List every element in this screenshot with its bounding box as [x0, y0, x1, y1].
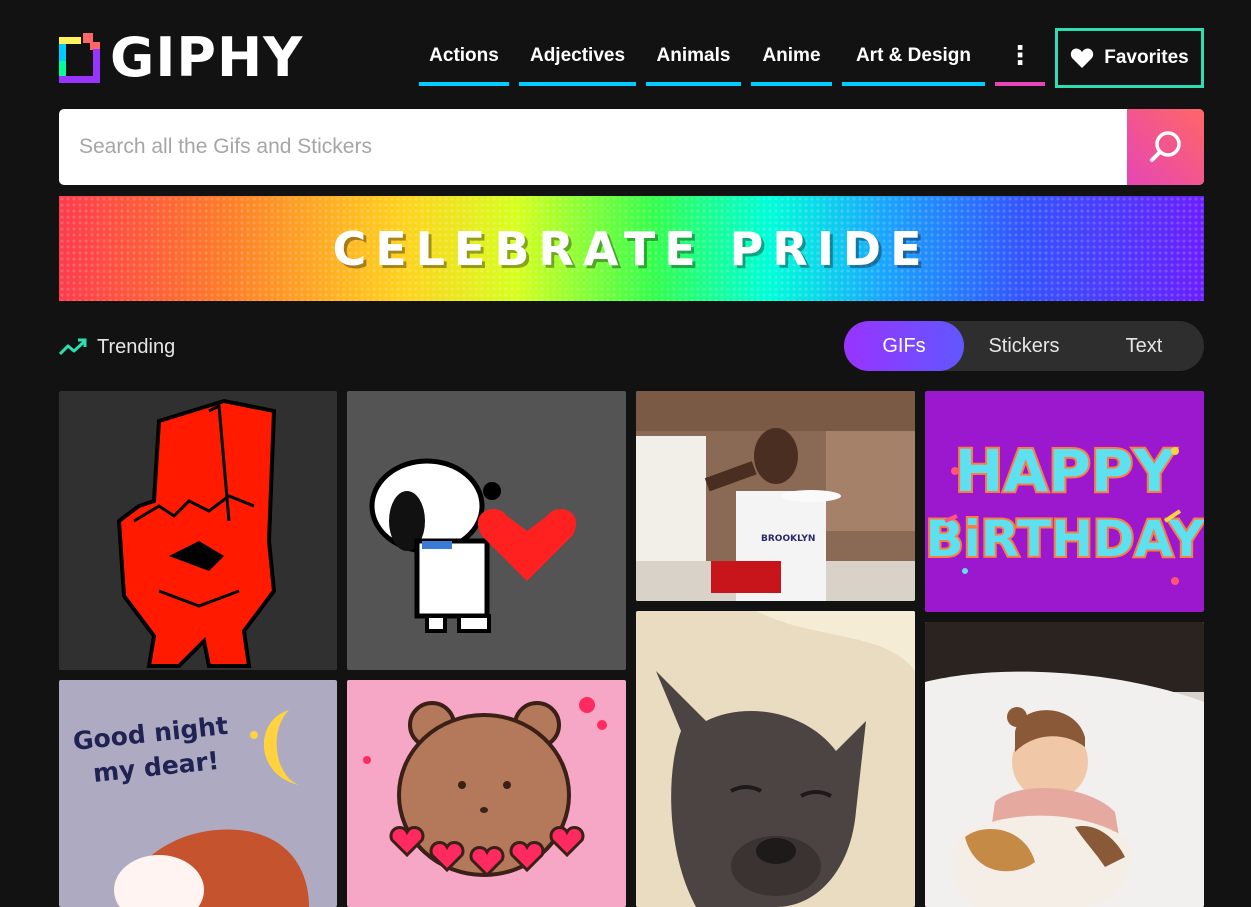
nav-item-art-design[interactable]: Art & Design — [842, 28, 985, 86]
giphy-logo-icon — [59, 33, 100, 83]
nav-item-anime[interactable]: Anime — [751, 28, 832, 86]
brand-name: GIPHY — [110, 26, 304, 89]
nav-item-animals[interactable]: Animals — [646, 28, 741, 86]
tab-text[interactable]: Text — [1084, 321, 1204, 371]
foam-finger-image — [116, 398, 277, 668]
shirt-text: BROOKLYN — [761, 534, 815, 544]
gif-tile-sleepy-dog[interactable] — [636, 611, 915, 907]
banner-text: CELEBRATE PRIDE — [332, 221, 931, 276]
giphy-logo[interactable]: GIPHY — [59, 26, 304, 89]
content-type-toggle: GIFs Stickers Text — [844, 321, 1204, 371]
gif-tile-foam-finger[interactable] — [59, 391, 337, 670]
search-button[interactable] — [1127, 109, 1204, 185]
sleepy-dog-image — [636, 611, 915, 907]
category-nav: Actions Adjectives Animals Anime Art & D… — [419, 28, 1045, 86]
kitchen-scene-image: BROOKLYN — [636, 391, 915, 601]
more-vertical-icon: ⋮ — [1007, 39, 1033, 70]
happy-birthday-image: HAPPY BiRTHDAY — [925, 435, 1204, 585]
gif-tile-good-night[interactable]: Good night my dear! — [59, 680, 337, 907]
gif-tile-girl-with-puppy[interactable] — [925, 622, 1204, 907]
gif-tile-kitchen-scene[interactable]: BROOKLYN — [636, 391, 915, 601]
trending-icon — [59, 338, 87, 356]
gif-tile-bear-hearts[interactable] — [347, 680, 626, 907]
favorites-label: Favorites — [1104, 47, 1189, 68]
search-input[interactable] — [59, 109, 1127, 185]
snoopy-image — [369, 458, 577, 633]
site-header: GIPHY Actions Adjectives Animals Anime A… — [59, 28, 1204, 88]
bear-hearts-image — [363, 697, 607, 878]
tab-gifs[interactable]: GIFs — [844, 321, 964, 371]
my-dear-text: my dear! — [92, 746, 221, 788]
nav-item-adjectives[interactable]: Adjectives — [519, 28, 636, 86]
search-icon — [1149, 131, 1181, 162]
trending-header[interactable]: Trending — [59, 333, 175, 361]
tab-stickers[interactable]: Stickers — [964, 321, 1084, 371]
nav-item-actions[interactable]: Actions — [419, 28, 509, 86]
pride-banner[interactable]: CELEBRATE PRIDE — [59, 196, 1204, 301]
search-bar — [59, 109, 1204, 185]
trending-label: Trending — [97, 335, 176, 358]
more-menu-button[interactable]: ⋮ — [995, 28, 1045, 86]
good-night-image: Good night my dear! — [72, 710, 309, 907]
gif-tile-snoopy-heart[interactable] — [347, 391, 626, 670]
favorites-button[interactable]: Favorites — [1055, 28, 1204, 88]
heart-icon — [1071, 48, 1094, 68]
gif-tile-happy-birthday[interactable]: HAPPY BiRTHDAY — [925, 391, 1204, 612]
girl-puppy-image — [925, 622, 1204, 907]
happy-text: HAPPY — [955, 437, 1176, 505]
birthday-text: BiRTHDAY — [925, 510, 1204, 568]
